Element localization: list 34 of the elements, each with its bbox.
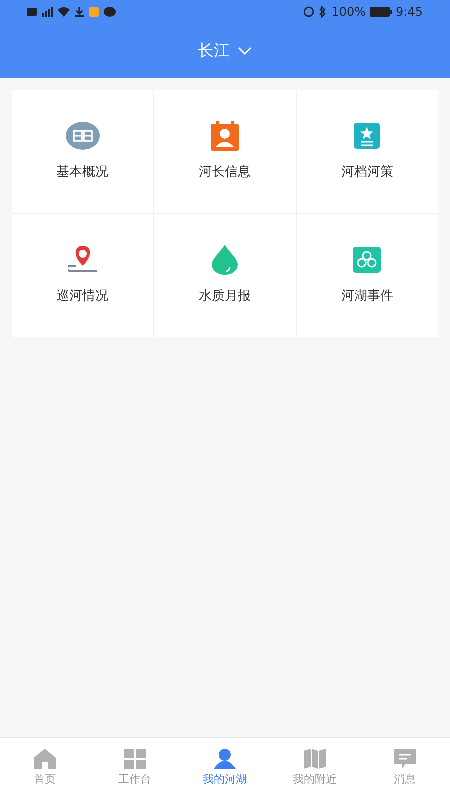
feature-tile[interactable]: 河湖事件 (296, 214, 438, 337)
signal-icon (42, 7, 53, 17)
circles-icon (353, 246, 382, 273)
feature-tile[interactable]: 巡河情况 (12, 214, 154, 337)
battery-percent: 100% (332, 4, 366, 21)
contact-card-icon (210, 120, 239, 151)
feature-label: 巡河情况 (56, 288, 109, 306)
tab-label: 首页 (34, 772, 56, 788)
location-pin-icon (68, 246, 98, 274)
user-icon (214, 749, 236, 770)
battery-icon (370, 7, 392, 17)
tab-label: 消息 (394, 772, 416, 788)
nav-tab[interactable]: 我的河湖 (180, 738, 270, 800)
tab-label: 我的附近 (293, 772, 337, 788)
grid-icon (124, 749, 146, 770)
clock-time: 9:45 (396, 4, 423, 21)
map-icon (304, 749, 326, 770)
download-icon (75, 7, 84, 17)
wifi-icon (58, 7, 70, 17)
feature-label: 河长信息 (198, 164, 251, 182)
chevron-down-icon (238, 47, 252, 55)
feature-label: 河湖事件 (341, 288, 394, 306)
home-icon (34, 749, 56, 770)
water-drop-icon (212, 244, 238, 275)
feature-tile[interactable]: 河长信息 (154, 90, 296, 213)
tab-label: 工作台 (118, 772, 152, 788)
feature-tile[interactable]: 基本概况 (12, 90, 154, 213)
feature-label: 基本概况 (56, 164, 109, 182)
tab-label: 我的河湖 (203, 772, 247, 788)
message-icon (394, 749, 416, 770)
feature-tile[interactable]: 水质月报 (154, 214, 296, 337)
feature-label: 河档河策 (341, 164, 394, 182)
feature-label: 水质月报 (198, 288, 251, 306)
feature-tile[interactable]: 河档河策 (296, 90, 438, 213)
